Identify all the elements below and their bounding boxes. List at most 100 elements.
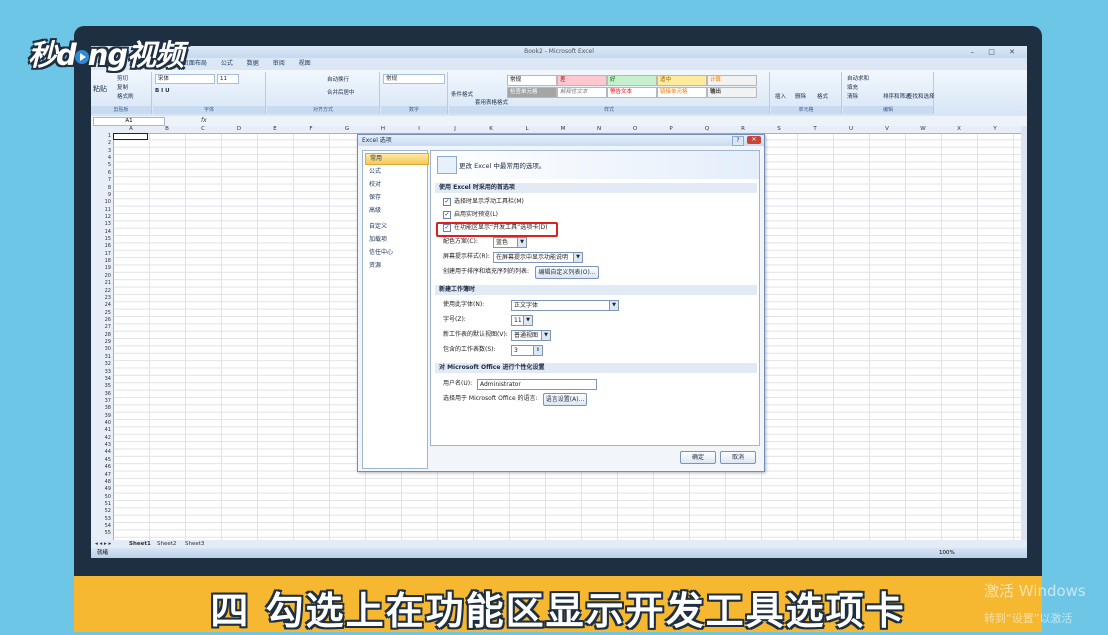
chevron-down-icon[interactable]: ▼ xyxy=(523,316,532,325)
column-header[interactable]: Q xyxy=(689,126,725,133)
column-header[interactable]: T xyxy=(797,126,833,133)
copy-button[interactable]: 复制 xyxy=(117,83,128,91)
column-header[interactable]: A xyxy=(113,126,149,133)
tab-view[interactable]: 视图 xyxy=(299,58,311,70)
column-header[interactable]: D xyxy=(221,126,257,133)
row-header[interactable]: 37 xyxy=(91,398,111,405)
language-settings-button[interactable]: 语言设置(A)... xyxy=(543,393,587,406)
color-scheme-select[interactable]: 蓝色 ▼ xyxy=(493,237,527,248)
option-mini-toolbar[interactable]: ✓ 选择时显示浮动工具栏(M) xyxy=(443,197,524,206)
tab-review[interactable]: 审阅 xyxy=(273,58,285,70)
delete-cells-button[interactable]: 删除 xyxy=(795,92,806,100)
column-header[interactable]: B xyxy=(149,126,185,133)
font-size-select[interactable]: 11 ▼ xyxy=(511,315,533,326)
row-header[interactable]: 2 xyxy=(91,140,111,147)
zoom-level[interactable]: 100% xyxy=(939,548,955,558)
style-calculation[interactable]: 计算 xyxy=(707,75,757,86)
style-check-cell[interactable]: 检查单元格 xyxy=(507,87,557,98)
chevron-down-icon[interactable]: ▼ xyxy=(541,331,550,340)
tooltip-style-select[interactable]: 在屏幕提示中显示功能说明 ▼ xyxy=(493,252,583,263)
row-header[interactable]: 6 xyxy=(91,170,111,177)
row-header[interactable]: 36 xyxy=(91,391,111,398)
style-good[interactable]: 好 xyxy=(607,75,657,86)
row-header[interactable]: 29 xyxy=(91,339,111,346)
nav-item-proofing[interactable]: 校对 xyxy=(365,180,427,190)
row-header[interactable]: 50 xyxy=(91,494,111,501)
autosum-button[interactable]: 自动求和 xyxy=(847,74,869,82)
column-header[interactable]: E xyxy=(257,126,293,133)
merge-center-button[interactable]: 合并后居中 xyxy=(327,88,355,96)
tab-formulas[interactable]: 公式 xyxy=(221,58,233,70)
cancel-button[interactable]: 取消 xyxy=(720,451,756,464)
column-header[interactable]: L xyxy=(509,126,545,133)
checkbox-checked-icon[interactable]: ✓ xyxy=(443,210,451,219)
row-header[interactable]: 43 xyxy=(91,442,111,449)
row-header[interactable]: 4 xyxy=(91,155,111,162)
row-header[interactable]: 8 xyxy=(91,185,111,192)
nav-item-addins[interactable]: 加载项 xyxy=(365,235,427,245)
row-header[interactable]: 20 xyxy=(91,273,111,280)
style-bad[interactable]: 差 xyxy=(557,75,607,86)
column-header[interactable]: C xyxy=(185,126,221,133)
column-header[interactable]: S xyxy=(761,126,797,133)
row-header[interactable]: 52 xyxy=(91,508,111,515)
column-header[interactable]: F xyxy=(293,126,329,133)
row-header[interactable]: 39 xyxy=(91,413,111,420)
row-header[interactable]: 32 xyxy=(91,361,111,368)
style-neutral[interactable]: 适中 xyxy=(657,75,707,86)
column-header[interactable]: V xyxy=(869,126,905,133)
chevron-down-icon[interactable]: ▼ xyxy=(609,301,618,310)
chevron-down-icon[interactable]: ▼ xyxy=(573,253,582,262)
username-input[interactable]: Administrator xyxy=(477,379,597,390)
column-header[interactable]: J xyxy=(437,126,473,133)
row-header[interactable]: 9 xyxy=(91,192,111,199)
format-painter-button[interactable]: 格式刷 xyxy=(117,92,134,100)
row-header[interactable]: 34 xyxy=(91,376,111,383)
row-header[interactable]: 41 xyxy=(91,427,111,434)
row-header[interactable]: 31 xyxy=(91,354,111,361)
default-view-select[interactable]: 普通视图 ▼ xyxy=(511,330,551,341)
row-header[interactable]: 33 xyxy=(91,369,111,376)
row-header[interactable]: 21 xyxy=(91,280,111,287)
row-header[interactable]: 54 xyxy=(91,523,111,530)
row-header[interactable]: 19 xyxy=(91,265,111,272)
nav-item-advanced[interactable]: 高级 xyxy=(365,206,427,216)
help-button[interactable]: ? xyxy=(732,136,744,146)
column-header[interactable]: U xyxy=(833,126,869,133)
column-header[interactable]: W xyxy=(905,126,941,133)
nav-item-resources[interactable]: 资源 xyxy=(365,261,427,271)
name-box[interactable]: A1 xyxy=(93,117,165,126)
edit-custom-lists-button[interactable]: 编辑自定义列表(O)... xyxy=(535,266,599,279)
column-header[interactable]: P xyxy=(653,126,689,133)
row-header[interactable]: 42 xyxy=(91,435,111,442)
row-header[interactable]: 14 xyxy=(91,229,111,236)
insert-cells-button[interactable]: 插入 xyxy=(775,92,786,100)
sheet-tab-3[interactable]: Sheet3 xyxy=(185,540,204,548)
checkbox-checked-icon[interactable]: ✓ xyxy=(443,197,451,206)
row-header[interactable]: 47 xyxy=(91,472,111,479)
row-header[interactable]: 55 xyxy=(91,530,111,537)
column-header[interactable]: I xyxy=(401,126,437,133)
row-header[interactable]: 48 xyxy=(91,479,111,486)
row-header[interactable]: 7 xyxy=(91,177,111,184)
row-header[interactable]: 11 xyxy=(91,207,111,214)
sheet-tab-1[interactable]: Sheet1 xyxy=(129,540,151,548)
vertical-scrollbar[interactable] xyxy=(1021,126,1027,540)
column-header[interactable]: X xyxy=(941,126,977,133)
chevron-down-icon[interactable]: ▼ xyxy=(517,238,526,247)
table-format-button[interactable]: 套用表格格式 xyxy=(475,98,508,106)
sheet-nav-arrows-icon[interactable]: ◂ ◂ ▸ ▸ xyxy=(95,540,111,548)
close-button[interactable]: ✕ xyxy=(747,136,761,144)
row-header[interactable]: 5 xyxy=(91,162,111,169)
row-header[interactable]: 3 xyxy=(91,148,111,155)
column-header[interactable]: H xyxy=(365,126,401,133)
font-size-select[interactable]: 11 xyxy=(217,74,239,84)
clear-button[interactable]: 清除 xyxy=(847,92,858,100)
nav-item-popular[interactable]: 常用 xyxy=(365,153,429,165)
row-header[interactable]: 35 xyxy=(91,383,111,390)
selected-cell-a1[interactable] xyxy=(113,133,148,140)
fill-button[interactable]: 填充 xyxy=(847,83,858,91)
cut-button[interactable]: 剪切 xyxy=(117,74,128,82)
row-header[interactable]: 44 xyxy=(91,449,111,456)
row-header[interactable]: 1 xyxy=(91,133,111,140)
